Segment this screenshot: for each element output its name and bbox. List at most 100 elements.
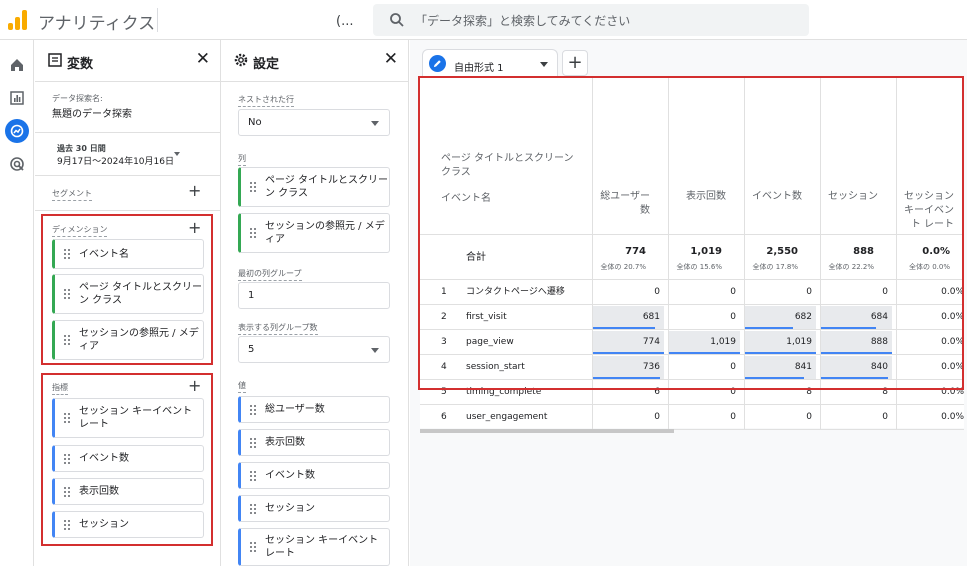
metric-header[interactable]: セッション キーイベント レート — [902, 190, 954, 232]
column-chip[interactable]: セッションの参照元 / メディア — [238, 213, 390, 253]
chevron-down-icon[interactable] — [540, 62, 548, 67]
row-dimension-value[interactable]: session_start — [466, 356, 525, 378]
show-col-groups-select[interactable]: 5 — [238, 336, 390, 363]
metric-header[interactable]: 総ユーザー数 — [598, 190, 650, 218]
drag-handle-icon[interactable] — [64, 519, 70, 530]
table-row[interactable]: 3 page_view 774 1,019 1,019 888 0.0% — [420, 330, 964, 355]
drag-handle-icon[interactable] — [250, 437, 256, 448]
exploration-name[interactable]: 無題のデータ探索 — [52, 105, 132, 120]
table-row[interactable]: 1 コンタクトページへ遷移 0 0 0 0 0.0% — [420, 280, 964, 305]
drag-handle-icon[interactable] — [64, 335, 70, 345]
totals-label: 合計 — [466, 252, 486, 263]
divider — [157, 8, 158, 32]
metrics-label: 指標 — [52, 382, 68, 395]
metric-cell: 774 — [642, 337, 660, 347]
exploration-canvas: 自由形式 1 + ページ タイトルとスクリーン クラス イベント名 総ユーザー数… — [410, 40, 967, 566]
value-label: セッション キーイベント レート — [265, 535, 379, 559]
account-selector[interactable]: (... — [336, 14, 353, 29]
explore-icon[interactable] — [5, 119, 29, 143]
table-row[interactable]: 4 session_start 736 0 841 840 0.0% — [420, 355, 964, 380]
date-range-label[interactable]: 過去 30 日間 — [57, 143, 106, 154]
first-col-group-input[interactable]: 1 — [238, 282, 390, 309]
drag-handle-icon[interactable] — [250, 182, 256, 192]
row-dimension-value[interactable]: user_engagement — [466, 406, 547, 428]
metric-header[interactable]: 表示回数 — [674, 190, 726, 204]
settings-header: 設定 ✕ — [221, 40, 408, 82]
reports-icon[interactable] — [8, 89, 26, 107]
drag-handle-icon[interactable] — [250, 404, 256, 415]
chevron-down-icon — [371, 347, 379, 353]
value-chip[interactable]: 表示回数 — [238, 429, 390, 456]
value-chip[interactable]: イベント数 — [238, 462, 390, 489]
column-chip[interactable]: ページ タイトルとスクリーン クラス — [238, 167, 390, 207]
chevron-down-icon — [371, 120, 379, 126]
metric-chip[interactable]: 表示回数 — [52, 478, 204, 505]
nested-rows-select[interactable]: No — [238, 109, 390, 136]
total-percentage: 全体の 15.6% — [676, 263, 722, 271]
metric-cell: 841 — [794, 362, 812, 372]
drag-handle-icon[interactable] — [250, 503, 256, 514]
metric-chip[interactable]: セッション キーイベント レート — [52, 398, 204, 438]
column-dimension-header: ページ タイトルとスクリーン クラス — [441, 153, 574, 178]
table-row[interactable]: 2 first_visit 681 0 682 684 0.0% — [420, 305, 964, 330]
add-metric-button[interactable]: + — [188, 376, 201, 395]
drag-handle-icon[interactable] — [64, 486, 70, 497]
date-caret-icon[interactable] — [174, 152, 180, 156]
exploration-name-label: データ探索名: — [52, 94, 103, 103]
dimension-label: ページ タイトルとスクリーン クラス — [79, 282, 202, 306]
metric-cell: 0 — [654, 287, 660, 297]
metric-cell: 684 — [870, 312, 888, 322]
row-dimension-value[interactable]: page_view — [466, 331, 514, 353]
dimension-chip[interactable]: ページ タイトルとスクリーン クラス — [52, 274, 204, 314]
add-tab-button[interactable]: + — [562, 50, 588, 76]
close-icon[interactable]: ✕ — [384, 49, 398, 69]
date-range[interactable]: 9月17日～2024年10月16日 — [57, 154, 174, 167]
drag-handle-icon[interactable] — [64, 413, 70, 423]
drag-handle-icon[interactable] — [250, 228, 256, 238]
add-segment-button[interactable]: + — [188, 181, 201, 200]
total-percentage: 全体の 17.8% — [752, 263, 798, 271]
drag-handle-icon[interactable] — [250, 470, 256, 481]
metric-label: イベント数 — [79, 453, 129, 464]
row-dimension-value[interactable]: コンタクトページへ遷移 — [466, 281, 565, 303]
row-dimension-value[interactable]: first_visit — [466, 306, 507, 328]
search-input[interactable]: 「データ探索」と検索してみてください — [415, 12, 630, 29]
value-label: セッション — [265, 503, 315, 514]
drag-handle-icon[interactable] — [250, 542, 256, 552]
column-label: セッションの参照元 / メディア — [265, 221, 385, 245]
metric-cell: 0.0% — [941, 387, 964, 397]
value-chip[interactable]: 総ユーザー数 — [238, 396, 390, 423]
metric-chip[interactable]: セッション — [52, 511, 204, 538]
total-value: 1,019 — [690, 246, 722, 257]
row-dimension-value[interactable]: timing_complete — [466, 381, 541, 403]
metric-cell: 1,019 — [786, 337, 812, 347]
dimension-label: セッションの参照元 / メディア — [79, 328, 199, 352]
value-chip[interactable]: セッション — [238, 495, 390, 522]
table-row[interactable]: 6 user_engagement 0 0 0 0 0.0% — [420, 405, 964, 430]
value-chip[interactable]: セッション キーイベント レート — [238, 528, 390, 566]
tab-freeform-1[interactable]: 自由形式 1 — [422, 49, 558, 77]
table-row[interactable]: 5 timing_complete 6 0 8 8 0.0% — [420, 380, 964, 405]
search-bar[interactable]: 「データ探索」と検索してみてください — [373, 4, 809, 36]
close-icon[interactable]: ✕ — [196, 49, 210, 69]
dimension-chip[interactable]: セッションの参照元 / メディア — [52, 320, 204, 360]
advertising-icon[interactable] — [8, 155, 26, 173]
horizontal-scrollbar[interactable] — [420, 429, 674, 433]
home-icon[interactable] — [8, 56, 26, 74]
metric-cell: 0 — [882, 287, 888, 297]
metric-header[interactable]: セッション — [826, 190, 878, 204]
metric-chip[interactable]: イベント数 — [52, 445, 204, 472]
add-dimension-button[interactable]: + — [188, 218, 201, 237]
metric-cell: 888 — [870, 337, 888, 347]
settings-title: 設定 — [253, 57, 280, 72]
dimensions-label: ディメンション — [52, 224, 108, 237]
metric-header[interactable]: イベント数 — [750, 190, 802, 204]
row-index: 5 — [441, 387, 447, 397]
metric-cell: 0.0% — [941, 362, 964, 372]
drag-handle-icon[interactable] — [64, 289, 70, 299]
dimension-chip[interactable]: イベント名 — [52, 239, 204, 269]
total-value: 888 — [853, 246, 874, 257]
metric-cell: 0 — [806, 412, 812, 422]
drag-handle-icon[interactable] — [64, 453, 70, 464]
drag-handle-icon[interactable] — [64, 249, 70, 259]
